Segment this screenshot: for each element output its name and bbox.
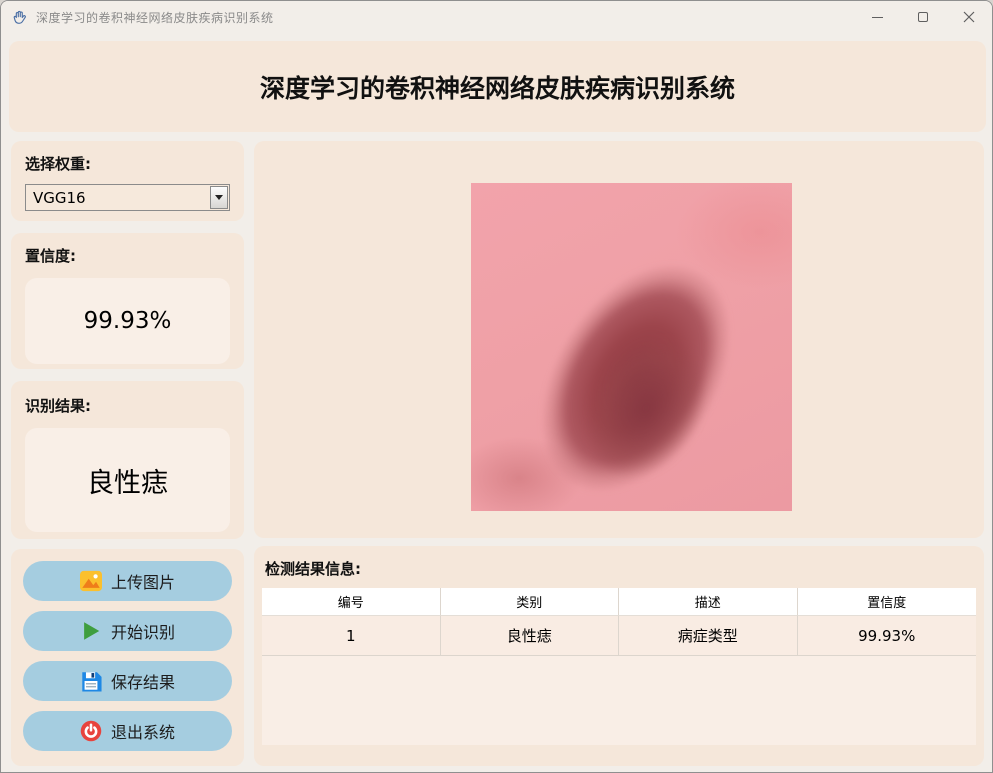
column-header-confidence: 置信度 bbox=[797, 588, 976, 616]
cell-description: 病症类型 bbox=[619, 616, 798, 655]
window-title: 深度学习的卷积神经网络皮肤疾病识别系统 bbox=[36, 10, 274, 25]
weights-selected-value: VGG16 bbox=[33, 188, 86, 207]
weights-panel: 选择权重: VGG16 bbox=[11, 141, 244, 221]
save-results-button[interactable]: 保存结果 bbox=[23, 661, 232, 701]
confidence-value: 99.93% bbox=[83, 308, 172, 334]
play-icon bbox=[80, 620, 102, 642]
power-icon bbox=[80, 720, 102, 742]
column-header-description: 描述 bbox=[619, 588, 798, 616]
actions-panel: 上传图片 开始识别 保存结果 退出系统 bbox=[11, 549, 244, 766]
cell-confidence: 99.93% bbox=[858, 626, 916, 645]
table-row[interactable]: 1 良性痣 病症类型 99.93% bbox=[262, 616, 976, 656]
confidence-panel: 置信度: 99.93% bbox=[11, 233, 244, 369]
results-table: 编号 类别 描述 置信度 1 良性痣 病症类型 99.93% bbox=[262, 588, 976, 745]
chevron-down-icon bbox=[215, 195, 223, 200]
result-label: 识别结果: bbox=[25, 397, 91, 415]
app-hand-icon bbox=[11, 9, 28, 26]
minimize-button[interactable] bbox=[854, 1, 900, 33]
image-display-panel bbox=[254, 141, 984, 538]
upload-image-label: 上传图片 bbox=[110, 573, 175, 592]
dropdown-arrow-button[interactable] bbox=[210, 186, 228, 209]
start-recognition-button[interactable]: 开始识别 bbox=[23, 611, 232, 651]
column-header-category: 类别 bbox=[440, 588, 619, 616]
title-bar[interactable]: 深度学习的卷积神经网络皮肤疾病识别系统 bbox=[1, 1, 992, 33]
app-window: 深度学习的卷积神经网络皮肤疾病识别系统 深度学习的卷积神经网络皮肤疾病识别系统 … bbox=[0, 0, 993, 773]
close-icon bbox=[963, 11, 975, 23]
detection-results-label: 检测结果信息: bbox=[265, 560, 361, 578]
column-header-id: 编号 bbox=[262, 588, 441, 616]
save-icon bbox=[80, 670, 102, 692]
upload-image-button[interactable]: 上传图片 bbox=[23, 561, 232, 601]
save-results-label: 保存结果 bbox=[110, 673, 175, 692]
exit-system-label: 退出系统 bbox=[110, 723, 175, 742]
exit-system-button[interactable]: 退出系统 bbox=[23, 711, 232, 751]
close-button[interactable] bbox=[946, 1, 992, 33]
start-recognition-label: 开始识别 bbox=[110, 623, 175, 642]
confidence-label: 置信度: bbox=[25, 247, 76, 265]
table-header-row: 编号 类别 描述 置信度 bbox=[262, 588, 976, 616]
cell-id: 1 bbox=[262, 616, 441, 655]
confidence-value-box: 99.93% bbox=[25, 278, 230, 364]
cell-category: 良性痣 bbox=[441, 616, 619, 655]
maximize-icon bbox=[918, 12, 928, 22]
page-title: 深度学习的卷积神经网络皮肤疾病识别系统 bbox=[259, 73, 735, 103]
skin-lesion-image bbox=[471, 183, 792, 511]
weights-label: 选择权重: bbox=[25, 155, 91, 173]
result-panel: 识别结果: 良性痣 bbox=[11, 381, 244, 539]
result-value: 良性痣 bbox=[87, 467, 168, 499]
minimize-icon bbox=[871, 16, 883, 18]
header-panel: 深度学习的卷积神经网络皮肤疾病识别系统 bbox=[9, 41, 986, 132]
result-value-box: 良性痣 bbox=[25, 428, 230, 532]
image-upload-icon bbox=[79, 570, 102, 592]
detection-results-panel: 检测结果信息: 编号 类别 描述 置信度 1 良性痣 病症类型 99.93% bbox=[254, 546, 984, 766]
weights-dropdown[interactable]: VGG16 bbox=[25, 184, 230, 211]
maximize-button[interactable] bbox=[900, 1, 946, 33]
window-controls bbox=[854, 1, 992, 33]
